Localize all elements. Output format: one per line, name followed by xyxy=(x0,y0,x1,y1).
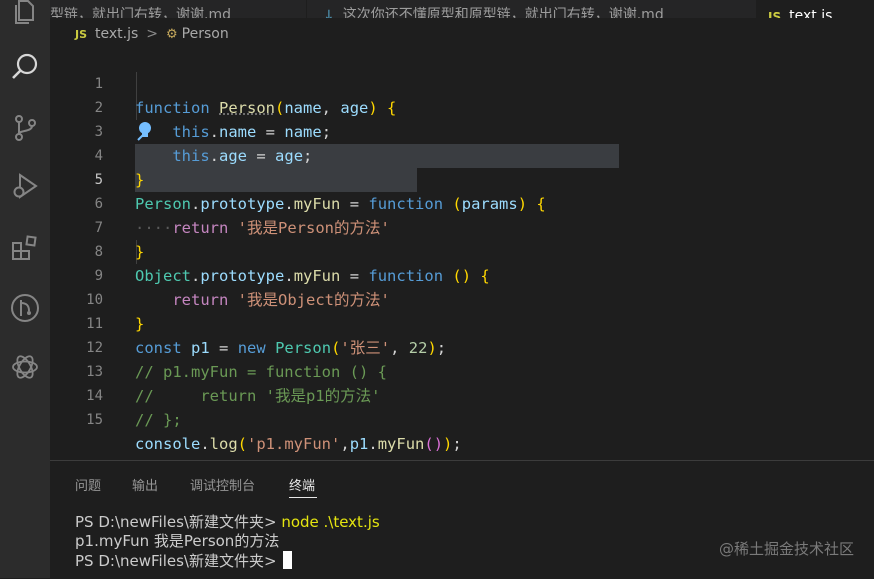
active-tab-indicator xyxy=(289,497,317,498)
code-line: 12 // p1.myFun = function () { xyxy=(50,312,874,381)
code-editor[interactable]: 1 function Person(name, age) { 2 this.na… xyxy=(50,48,874,460)
bracket: () xyxy=(424,435,444,453)
tab-md-1[interactable]: 原型链，就出门右转，谢谢.md xyxy=(50,0,305,18)
breadcrumb-symbol[interactable]: Person xyxy=(182,26,229,42)
openai-icon[interactable] xyxy=(0,343,50,391)
breadcrumb-file[interactable]: text.js xyxy=(95,26,138,42)
editor-tabs: 原型链，就出门右转，谢谢.md ↓ 这次你还不懂原型和原型链，就出门右转，谢谢.… xyxy=(50,0,874,18)
identifier: log xyxy=(209,435,238,453)
comment: // }; xyxy=(135,411,182,429)
run-debug-icon[interactable] xyxy=(0,162,50,210)
tab-text-js[interactable]: JS text.js xyxy=(756,0,874,18)
tab-output[interactable]: 输出 xyxy=(132,475,158,494)
code-line: 3 this.age = age; xyxy=(50,96,874,165)
tab-label: 原型链，就出门右转，谢谢.md xyxy=(50,7,231,18)
source-control-icon[interactable] xyxy=(0,104,50,152)
git-graph-icon[interactable] xyxy=(0,284,50,332)
md-file-icon: ↓ xyxy=(323,8,335,18)
bracket: ) xyxy=(443,435,453,453)
terminal-prompt: PS D:\newFiles\新建文件夹> xyxy=(75,552,282,570)
code-line: 6 ····return '我是Person的方法' xyxy=(50,168,874,237)
js-file-icon: JS xyxy=(75,27,88,41)
punct: . xyxy=(368,435,378,453)
breadcrumb-separator: > xyxy=(146,26,159,42)
punct: . xyxy=(200,435,210,453)
tab-problems[interactable]: 问题 xyxy=(75,475,101,494)
terminal-command: node .\text.js xyxy=(281,513,380,531)
code-line: 15 console.log('p1.myFun',p1.myFun()); xyxy=(50,384,874,453)
terminal-output: p1.myFun 我是Person的方法 xyxy=(75,532,280,550)
punct: ; xyxy=(452,435,462,453)
code-line: 2 this.name = name; xyxy=(50,72,874,141)
watermark: @稀土掘金技术社区 xyxy=(718,540,854,558)
code-line: 13 // return '我是p1的方法' xyxy=(50,336,874,405)
js-file-icon: JS xyxy=(768,10,782,18)
lightbulb-icon[interactable] xyxy=(135,120,155,141)
extensions-icon[interactable] xyxy=(0,224,50,272)
code-line: 9 return '我是Object的方法' xyxy=(50,240,874,309)
tab-label: text.js xyxy=(789,8,833,18)
code-line: 5 Person.prototype.myFun = function (par… xyxy=(50,144,874,213)
punct: , xyxy=(340,435,350,453)
search-icon[interactable] xyxy=(0,43,50,91)
tab-debug-console[interactable]: 调试控制台 xyxy=(190,475,255,494)
tab-terminal[interactable]: 终端 xyxy=(289,475,315,494)
line-number: 15 xyxy=(86,412,103,428)
terminal-cursor xyxy=(283,551,293,569)
terminal-line[interactable]: PS D:\newFiles\新建文件夹> xyxy=(75,550,293,571)
explorer-icon[interactable] xyxy=(0,0,50,36)
identifier: myFun xyxy=(377,435,425,453)
code-line: 10 } xyxy=(50,264,874,333)
terminal-line: PS D:\newFiles\新建文件夹> node .\text.js xyxy=(75,511,380,532)
code-line: 1 function Person(name, age) { xyxy=(50,48,874,117)
terminal-prompt: PS D:\newFiles\新建文件夹> xyxy=(75,513,282,531)
code-line: 4 } xyxy=(50,120,874,189)
bottom-panel: 问题 输出 调试控制台 终端 PS D:\newFiles\新建文件夹> nod… xyxy=(50,460,874,579)
tab-md-2[interactable]: ↓ 这次你还不懂原型和原型链，就出门右转，谢谢.md xyxy=(306,0,787,18)
symbol-class-icon: ⚙ xyxy=(166,26,178,42)
tab-label: 这次你还不懂原型和原型链，就出门右转，谢谢.md xyxy=(342,7,664,18)
code-line: 14 // }; xyxy=(50,360,874,429)
activity-bar xyxy=(0,0,50,578)
identifier: p1 xyxy=(349,435,369,453)
code-line: 8 Object.prototype.myFun = function () { xyxy=(50,216,874,285)
identifier: console xyxy=(135,435,201,453)
code-line: 11 const p1 = new Person('张三', 22); xyxy=(50,288,874,357)
code-line: 7 } xyxy=(50,192,874,261)
bracket: ( xyxy=(237,435,248,453)
breadcrumb: JS text.js > ⚙ Person xyxy=(50,23,874,45)
string: 'p1.myFun' xyxy=(247,435,341,453)
